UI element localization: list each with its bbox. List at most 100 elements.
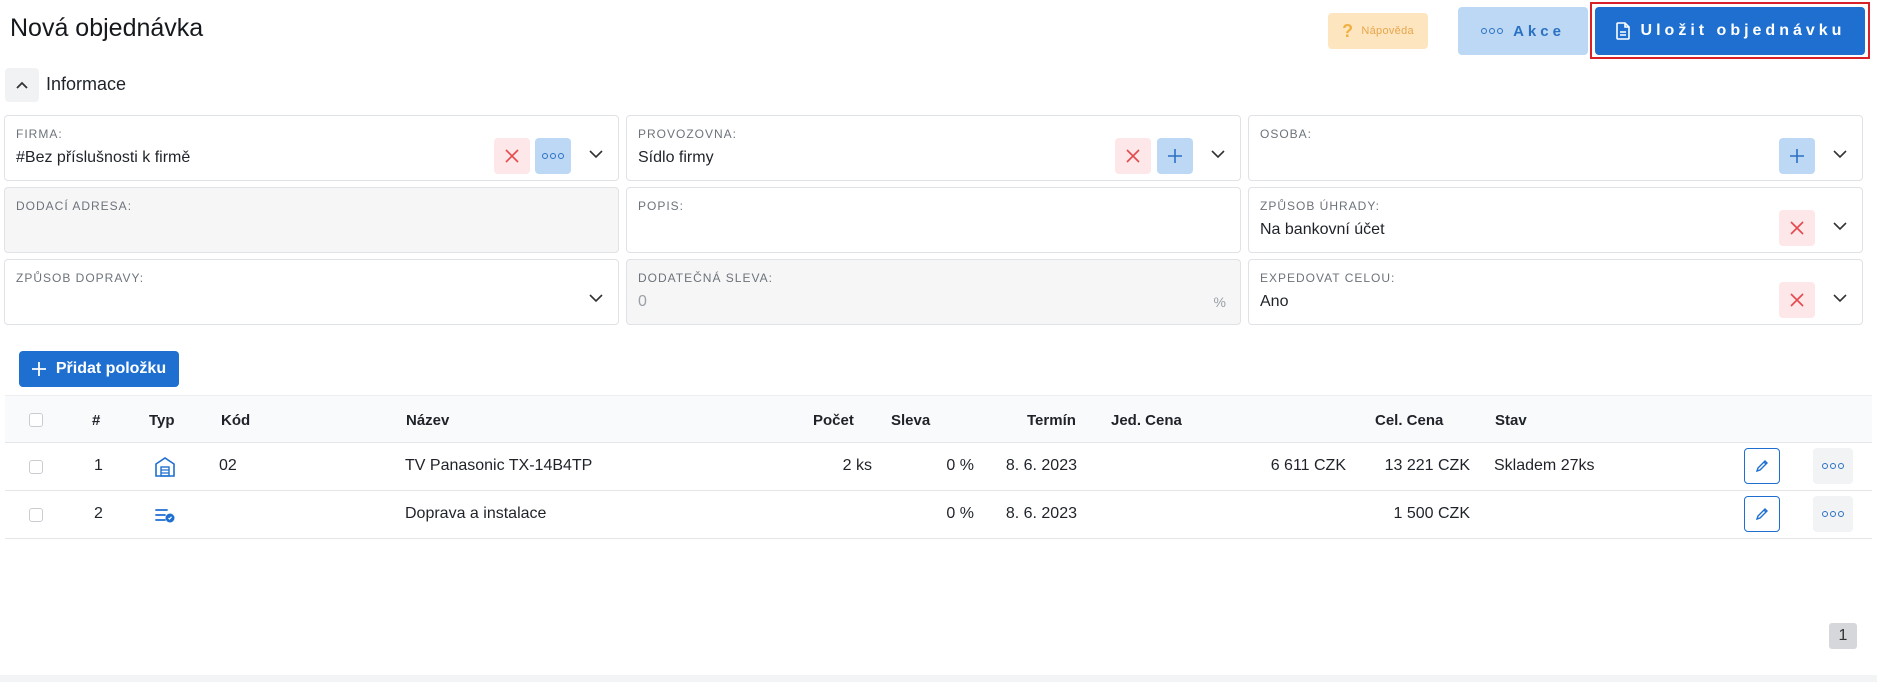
actions-button[interactable]: Akce xyxy=(1458,7,1588,55)
section-collapse-button[interactable] xyxy=(5,68,39,102)
row-edit-button[interactable] xyxy=(1744,496,1780,532)
row-more-button[interactable] xyxy=(1813,496,1853,532)
expedovat-celou-label: EXPEDOVAT CELOU: xyxy=(1260,271,1396,285)
plus-icon xyxy=(1790,149,1804,163)
percent-unit: % xyxy=(1213,294,1226,310)
help-button-label: Nápověda xyxy=(1361,25,1414,37)
zpusob-dopravy-label: ZPŮSOB DOPRAVY: xyxy=(16,271,145,285)
chevron-down-icon xyxy=(589,149,603,158)
row-more-button[interactable] xyxy=(1813,448,1853,484)
provozovna-dropdown-toggle[interactable] xyxy=(1210,146,1226,162)
zpusob-dopravy-field[interactable]: ZPŮSOB DOPRAVY: xyxy=(4,259,619,325)
row-stav: Skladem 27ks xyxy=(1494,457,1595,474)
row-checkbox[interactable] xyxy=(29,460,43,474)
firma-value: #Bez příslušnosti k firmě xyxy=(16,149,191,166)
more-dots-icon xyxy=(1481,28,1504,34)
service-icon xyxy=(155,509,175,523)
add-item-button[interactable]: Přidat položku xyxy=(19,351,179,387)
osoba-dropdown-toggle[interactable] xyxy=(1832,146,1848,162)
dodatecna-sleva-field[interactable]: DODATEČNÁ SLEVA: 0 % xyxy=(626,259,1241,325)
provozovna-value: Sídlo firmy xyxy=(638,149,714,166)
provozovna-clear-button[interactable] xyxy=(1115,138,1151,174)
row-termin: 8. 6. 2023 xyxy=(1005,457,1077,474)
col-cel-cena: Cel. Cena xyxy=(1375,412,1444,429)
col-stav: Stav xyxy=(1495,412,1527,429)
row-termin: 8. 6. 2023 xyxy=(1005,505,1077,522)
help-button[interactable]: ? Nápověda xyxy=(1328,13,1428,49)
zpusob-dopravy-dropdown-toggle[interactable] xyxy=(588,290,604,306)
chevron-down-icon xyxy=(1211,149,1225,158)
expedovat-celou-clear-button[interactable] xyxy=(1779,282,1815,318)
row-nazev: Doprava a instalace xyxy=(405,505,547,522)
row-nazev: TV Panasonic TX-14B4TP xyxy=(405,457,593,474)
zpusob-uhrady-value: Na bankovní účet xyxy=(1260,221,1385,238)
osoba-add-button[interactable] xyxy=(1779,138,1815,174)
question-icon: ? xyxy=(1342,20,1354,41)
dodaci-adresa-field[interactable]: DODACÍ ADRESA: xyxy=(4,187,619,253)
zpusob-uhrady-label: ZPŮSOB ÚHRADY: xyxy=(1260,199,1381,213)
col-termin: Termín xyxy=(1027,412,1076,429)
plus-icon xyxy=(1168,149,1182,163)
popis-label: POPIS: xyxy=(638,199,685,213)
col-sleva: Sleva xyxy=(891,412,931,429)
page-title: Nová objednávka xyxy=(10,14,204,42)
save-order-button[interactable]: Uložit objednávku xyxy=(1595,7,1865,55)
table-row[interactable]: 1 02 TV Panasonic TX-14B4TP 2 ks 0 % 8. … xyxy=(5,443,1872,491)
plus-icon xyxy=(31,362,46,376)
firma-clear-button[interactable] xyxy=(494,138,530,174)
expedovat-celou-dropdown-toggle[interactable] xyxy=(1832,290,1848,306)
provozovna-field[interactable]: PROVOZOVNA: Sídlo firmy xyxy=(626,115,1241,181)
row-cel-cena: 1 500 CZK xyxy=(1393,505,1470,522)
dodatecna-sleva-label: DODATEČNÁ SLEVA: xyxy=(638,271,773,285)
close-icon xyxy=(1790,293,1804,307)
osoba-field[interactable]: OSOBA: xyxy=(1248,115,1863,181)
close-icon xyxy=(1126,149,1140,163)
firma-more-button[interactable] xyxy=(535,138,571,174)
save-order-label: Uložit objednávku xyxy=(1640,22,1846,39)
row-kod: 02 xyxy=(219,457,237,474)
row-edit-button[interactable] xyxy=(1744,448,1780,484)
col-num: # xyxy=(92,412,101,429)
firma-dropdown-toggle[interactable] xyxy=(588,146,604,162)
popis-field[interactable]: POPIS: xyxy=(626,187,1241,253)
provozovna-label: PROVOZOVNA: xyxy=(638,127,738,141)
col-jed-cena: Jed. Cena xyxy=(1111,412,1182,429)
more-dots-icon xyxy=(1822,463,1844,469)
close-icon xyxy=(1790,221,1804,235)
zpusob-uhrady-clear-button[interactable] xyxy=(1779,210,1815,246)
expedovat-celou-field[interactable]: EXPEDOVAT CELOU: Ano xyxy=(1248,259,1863,325)
chevron-up-icon xyxy=(16,81,28,89)
row-cel-cena: 13 221 CZK xyxy=(1384,457,1470,474)
pencil-icon xyxy=(1755,508,1768,521)
row-sleva: 0 % xyxy=(946,505,974,522)
select-all-checkbox[interactable] xyxy=(29,413,43,427)
dodatecna-sleva-value: 0 xyxy=(638,293,647,310)
col-typ: Typ xyxy=(149,412,175,429)
more-dots-icon xyxy=(1822,511,1844,517)
chevron-down-icon xyxy=(1833,293,1847,302)
warehouse-icon xyxy=(155,457,175,477)
pencil-icon xyxy=(1755,460,1768,473)
dodaci-adresa-label: DODACÍ ADRESA: xyxy=(16,199,133,213)
col-nazev: Název xyxy=(406,412,450,429)
zpusob-uhrady-dropdown-toggle[interactable] xyxy=(1832,218,1848,234)
row-num: 2 xyxy=(94,505,103,522)
col-pocet: Počet xyxy=(813,412,854,429)
row-sleva: 0 % xyxy=(946,457,974,474)
order-header-area: Nová objednávka ? Nápověda Akce Uložit o… xyxy=(0,0,1877,340)
more-dots-icon xyxy=(542,153,564,159)
section-title: Informace xyxy=(46,74,127,94)
row-checkbox[interactable] xyxy=(29,508,43,522)
firma-field[interactable]: FIRMA: #Bez příslušnosti k firmě xyxy=(4,115,619,181)
zpusob-uhrady-field[interactable]: ZPŮSOB ÚHRADY: Na bankovní účet xyxy=(1248,187,1863,253)
firma-label: FIRMA: xyxy=(16,127,63,141)
table-row[interactable]: 2 Doprava a instalace 0 % 8. 6. 2023 1 5… xyxy=(5,491,1872,539)
items-table: # Typ Kód Název Počet Sleva Termín Jed. … xyxy=(5,395,1872,539)
pagination-page[interactable]: 1 xyxy=(1829,623,1857,649)
provozovna-add-button[interactable] xyxy=(1157,138,1193,174)
add-item-label: Přidat položku xyxy=(55,360,167,377)
chevron-down-icon xyxy=(1833,149,1847,158)
table-header: # Typ Kód Název Počet Sleva Termín Jed. … xyxy=(5,395,1872,443)
row-jed-cena: 6 611 CZK xyxy=(1270,457,1346,474)
row-pocet: 2 ks xyxy=(842,457,872,474)
